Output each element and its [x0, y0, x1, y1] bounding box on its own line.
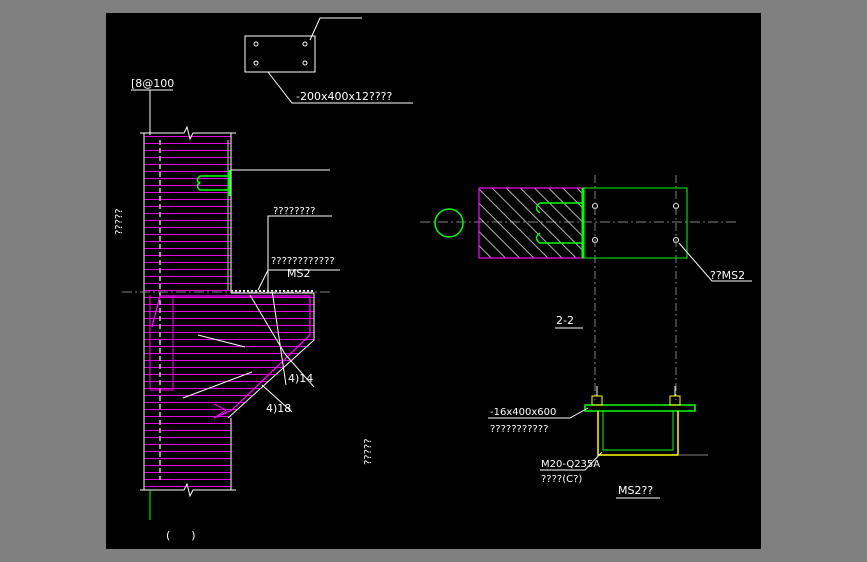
concrete-hatch [479, 188, 583, 258]
plan-section: ??MS2 2-2 [420, 175, 752, 400]
u-anchor [597, 411, 679, 456]
steel-plate-plan [582, 187, 688, 259]
section-paren-label: ( ) [166, 529, 196, 542]
leader-line [309, 17, 362, 41]
embed-plate-outline [244, 35, 316, 73]
bar-label-2: 4)18 [266, 402, 291, 415]
column-hatch [144, 133, 231, 490]
plate-2-label: -16x400x600 [490, 407, 556, 418]
column-section: [8@100 ???????? ???????????? MS2 4)14 4)… [114, 77, 340, 542]
bolt-note-label: ????(C?) [541, 474, 582, 485]
embed-plate-plan: -200x400x12???? [244, 17, 413, 104]
bolt-hole [302, 60, 308, 66]
u-anchor-inner [602, 411, 674, 451]
bolt-hole [302, 41, 308, 47]
center-note-label: ????? [363, 438, 374, 465]
bolt-hole [253, 41, 259, 47]
annotation-2: ???????????? [271, 256, 335, 267]
corbel-hatch [228, 293, 314, 418]
nut [669, 395, 681, 406]
rebar-spec-label: [8@100 [131, 77, 174, 90]
ms2-detail: -16x400x600 ??????????? M20-Q235A ????(C… [488, 386, 708, 499]
section-2-2-label: 2-2 [556, 314, 574, 327]
detail-plate [584, 404, 696, 412]
ms2-left-label: MS2 [287, 267, 310, 280]
side-note-label: ????? [114, 208, 125, 235]
bolt-hole [253, 60, 259, 66]
annotation-1: ???????? [273, 206, 315, 217]
cad-viewport[interactable]: -200x400x12???? [8@100 ???????? ????????… [106, 13, 761, 549]
plate-2-note: ??????????? [490, 424, 548, 435]
cad-drawing: -200x400x12???? [8@100 ???????? ????????… [114, 17, 752, 542]
bolt-circle [434, 208, 464, 238]
nut [591, 395, 603, 406]
detail-title-label: MS2?? [618, 484, 653, 497]
ms2-right-label: ??MS2 [710, 269, 745, 282]
bar-label-1: 4)14 [288, 372, 313, 385]
plate-spec-label: -200x400x12???? [296, 90, 392, 103]
bolt-spec-label: M20-Q235A [541, 459, 600, 470]
